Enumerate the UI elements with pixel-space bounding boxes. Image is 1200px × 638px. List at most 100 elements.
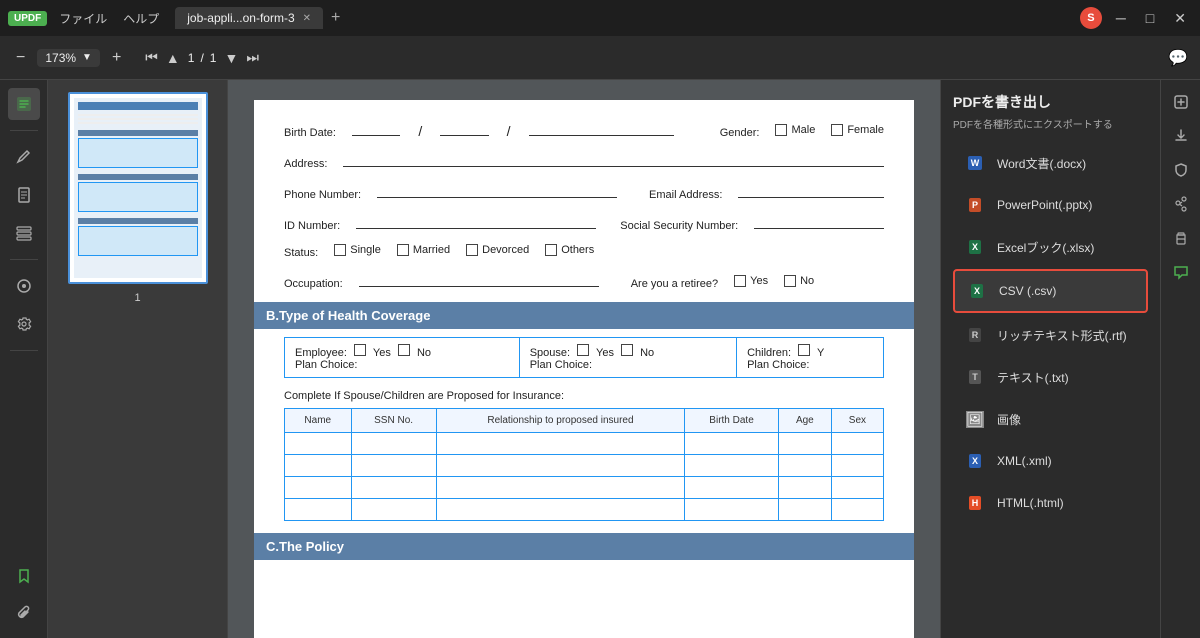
zoom-dropdown-icon[interactable]: ▼: [82, 52, 92, 63]
export-item-rtf[interactable]: R リッチテキスト形式(.rtf): [953, 315, 1148, 355]
table-cell[interactable]: [831, 477, 883, 499]
close-button[interactable]: ✕: [1168, 10, 1192, 27]
export-item-xml[interactable]: X XML(.xml): [953, 441, 1148, 481]
table-cell[interactable]: [831, 455, 883, 477]
export-item-html[interactable]: H HTML(.html): [953, 483, 1148, 523]
table-cell[interactable]: [436, 455, 685, 477]
right-sidebar-zoom[interactable]: [1167, 88, 1195, 116]
spouse-yes-checkbox[interactable]: [577, 344, 589, 356]
others-checkbox[interactable]: [545, 244, 557, 256]
table-cell[interactable]: [778, 477, 831, 499]
table-cell[interactable]: [285, 499, 352, 521]
employee-no-checkbox[interactable]: [398, 344, 410, 356]
gender-female-option[interactable]: Female: [831, 124, 884, 136]
table-cell[interactable]: [778, 455, 831, 477]
table-cell[interactable]: [831, 499, 883, 521]
restore-button[interactable]: □: [1140, 10, 1160, 26]
status-single[interactable]: Single: [334, 244, 381, 256]
table-cell[interactable]: [351, 433, 436, 455]
birth-date-year[interactable]: [529, 120, 674, 136]
address-field[interactable]: [343, 151, 884, 167]
zoom-out-button[interactable]: −: [12, 45, 29, 71]
zoom-level: 173%: [45, 51, 76, 65]
thumbnail-page-number: 1: [134, 292, 140, 304]
sidebar-item-list[interactable]: [8, 217, 40, 249]
sidebar-separator-2: [10, 259, 38, 260]
married-checkbox[interactable]: [397, 244, 409, 256]
occupation-field[interactable]: [359, 271, 599, 287]
phone-field[interactable]: [377, 182, 617, 198]
pdf-area[interactable]: Birth Date: / / Gender: Male Female Addr…: [228, 80, 940, 638]
sidebar-item-settings[interactable]: [8, 308, 40, 340]
export-item-word[interactable]: W Word文書(.docx): [953, 143, 1148, 183]
gender-male-checkbox[interactable]: [775, 124, 787, 136]
status-others[interactable]: Others: [545, 244, 594, 256]
sidebar-item-edit[interactable]: [8, 88, 40, 120]
sidebar-item-annotate[interactable]: [8, 141, 40, 173]
zoom-in-button[interactable]: +: [108, 45, 125, 71]
table-cell[interactable]: [436, 477, 685, 499]
last-page-button[interactable]: ⏭: [246, 49, 259, 66]
table-cell[interactable]: [831, 433, 883, 455]
sidebar-item-attach[interactable]: [8, 598, 40, 630]
right-sidebar-export[interactable]: [1167, 122, 1195, 150]
id-field[interactable]: [356, 213, 596, 229]
zoom-control[interactable]: 173% ▼: [37, 49, 100, 67]
table-cell[interactable]: [685, 455, 779, 477]
table-cell[interactable]: [285, 477, 352, 499]
export-item-csv[interactable]: X CSV (.csv): [953, 269, 1148, 313]
right-sidebar-print[interactable]: [1167, 224, 1195, 252]
status-married[interactable]: Married: [397, 244, 450, 256]
close-tab-icon[interactable]: ✕: [303, 13, 311, 24]
export-label-txt: テキスト(.txt): [997, 369, 1069, 386]
table-cell[interactable]: [351, 477, 436, 499]
export-item-excel[interactable]: X Excelブック(.xlsx): [953, 227, 1148, 267]
sidebar-item-bookmark[interactable]: [8, 560, 40, 592]
export-item-img[interactable]: 🖼 画像: [953, 399, 1148, 439]
single-checkbox[interactable]: [334, 244, 346, 256]
table-cell[interactable]: [351, 455, 436, 477]
table-cell[interactable]: [351, 499, 436, 521]
children-yes-checkbox[interactable]: [798, 344, 810, 356]
sidebar-item-pages[interactable]: [8, 179, 40, 211]
next-page-button[interactable]: ▼: [224, 50, 238, 66]
status-devorced[interactable]: Devorced: [466, 244, 529, 256]
table-cell[interactable]: [685, 433, 779, 455]
add-tab-button[interactable]: +: [331, 9, 340, 27]
table-cell[interactable]: [436, 433, 685, 455]
right-sidebar-secure[interactable]: [1167, 156, 1195, 184]
table-cell[interactable]: [285, 433, 352, 455]
table-cell[interactable]: [685, 499, 779, 521]
minimize-button[interactable]: ─: [1110, 10, 1132, 26]
right-sidebar-comment[interactable]: [1167, 258, 1195, 286]
thumbnail-page-1[interactable]: [68, 92, 208, 284]
sidebar-item-tools[interactable]: [8, 270, 40, 302]
ssn-field[interactable]: [754, 213, 884, 229]
table-cell[interactable]: [778, 499, 831, 521]
comment-button[interactable]: 💬: [1168, 48, 1188, 68]
retiree-yes-checkbox[interactable]: [734, 275, 746, 287]
devorced-checkbox[interactable]: [466, 244, 478, 256]
menu-help[interactable]: ヘルプ: [123, 10, 159, 27]
prev-page-button[interactable]: ▲: [166, 50, 180, 66]
gender-female-checkbox[interactable]: [831, 124, 843, 136]
retiree-yes[interactable]: Yes: [734, 275, 768, 287]
email-field[interactable]: [738, 182, 884, 198]
export-item-ppt[interactable]: P PowerPoint(.pptx): [953, 185, 1148, 225]
menu-file[interactable]: ファイル: [59, 10, 107, 27]
retiree-no-checkbox[interactable]: [784, 275, 796, 287]
birth-date-day[interactable]: [440, 120, 488, 136]
export-item-txt[interactable]: T テキスト(.txt): [953, 357, 1148, 397]
spouse-no-checkbox[interactable]: [621, 344, 633, 356]
table-cell[interactable]: [436, 499, 685, 521]
table-cell[interactable]: [285, 455, 352, 477]
active-tab[interactable]: job-appli...on-form-3 ✕: [175, 7, 323, 29]
first-page-button[interactable]: ⏮: [145, 49, 158, 66]
gender-male-option[interactable]: Male: [775, 124, 815, 136]
employee-yes-checkbox[interactable]: [354, 344, 366, 356]
right-sidebar-share[interactable]: [1167, 190, 1195, 218]
table-cell[interactable]: [778, 433, 831, 455]
retiree-no[interactable]: No: [784, 275, 814, 287]
table-cell[interactable]: [685, 477, 779, 499]
birth-date-month[interactable]: [352, 120, 400, 136]
